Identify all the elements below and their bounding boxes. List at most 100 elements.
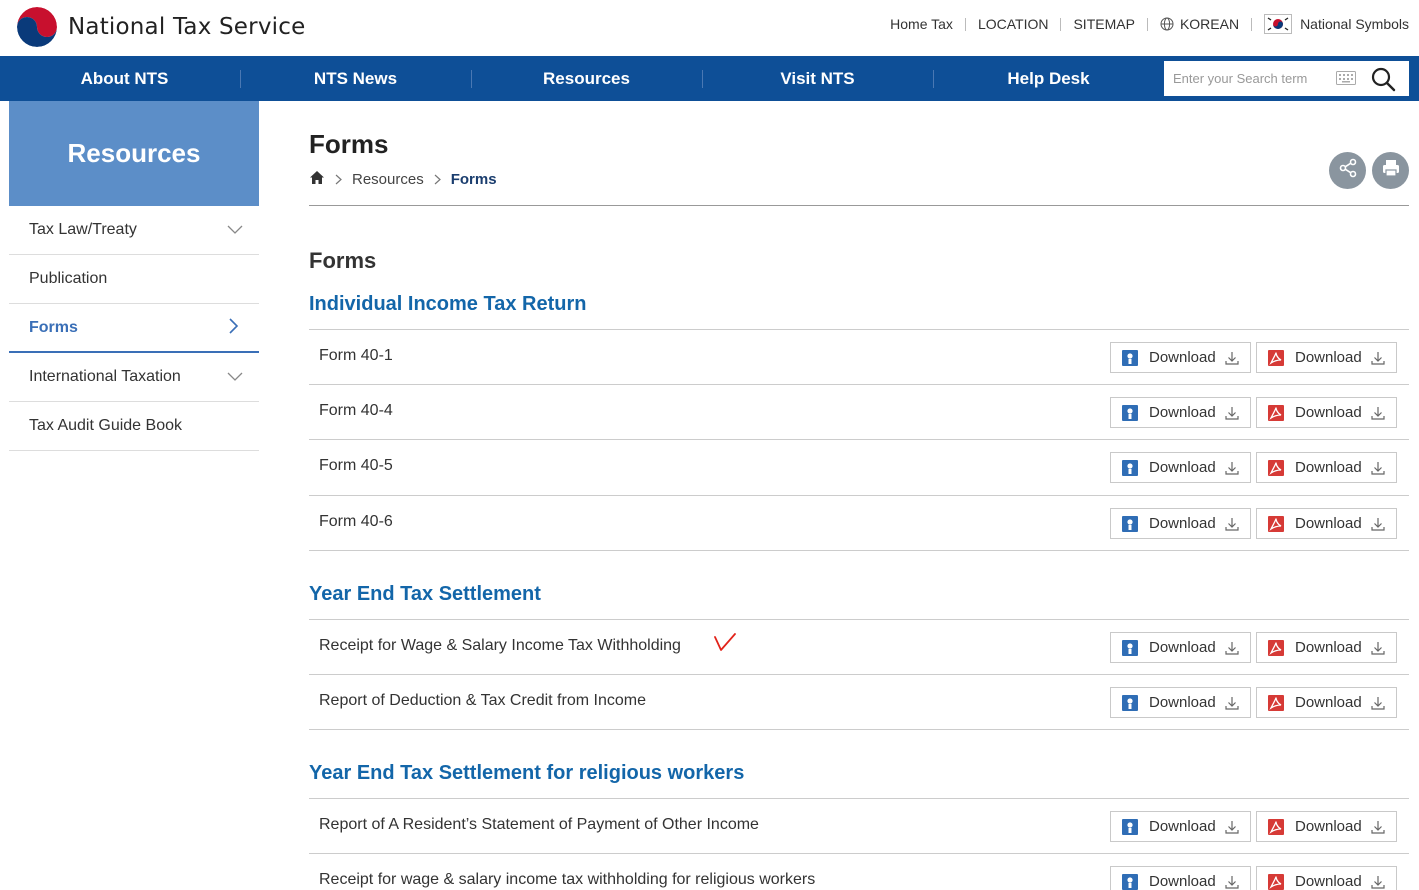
download-icon: [1370, 516, 1386, 532]
download-label: Download: [1295, 818, 1362, 835]
search-icon[interactable]: [1370, 66, 1396, 97]
sidebar-item-label: Tax Law/Treaty: [29, 221, 137, 238]
share-button[interactable]: [1329, 152, 1366, 189]
sidebar-item-label: Publication: [29, 270, 108, 287]
form-name: Form 40-4: [319, 402, 393, 419]
hwp-file-icon: [1121, 639, 1139, 657]
main-nav: About NTS NTS News Resources Visit NTS H…: [0, 56, 1419, 101]
breadcrumb: Resources Forms: [309, 170, 497, 189]
page-title: Forms: [309, 129, 389, 159]
sidebar-item-label: International Taxation: [29, 368, 181, 385]
pdf-file-icon: [1267, 818, 1285, 836]
divider: [1146, 17, 1148, 31]
national-symbols-link[interactable]: National Symbols: [1300, 16, 1409, 32]
site-title: National Tax Service: [68, 14, 306, 40]
download-icon: [1224, 405, 1240, 421]
form-name: Receipt for Wage & Salary Income Tax Wit…: [319, 637, 681, 654]
download-label: Download: [1295, 349, 1362, 366]
search-input[interactable]: [1173, 62, 1333, 95]
section-heading: Forms: [309, 248, 377, 273]
pdf-file-icon: [1267, 639, 1285, 657]
download-pdf-button[interactable]: Download: [1256, 508, 1397, 539]
globe-icon: [1160, 17, 1174, 31]
download-label: Download: [1295, 515, 1362, 532]
download-pdf-button[interactable]: Download: [1256, 397, 1397, 428]
nav-resources[interactable]: Resources: [471, 56, 702, 101]
sidebar-item-forms[interactable]: Forms: [9, 304, 259, 353]
pdf-file-icon: [1267, 694, 1285, 712]
download-label: Download: [1149, 639, 1216, 656]
sidebar-item-publication[interactable]: Publication: [9, 255, 259, 304]
download-icon: [1224, 874, 1240, 890]
korean-flag-icon: [1264, 14, 1293, 34]
download-pdf-button[interactable]: Download: [1256, 632, 1397, 663]
form-name: Report of Deduction & Tax Credit from In…: [319, 692, 646, 709]
download-hwp-button[interactable]: Download: [1110, 866, 1251, 890]
nav-visit-nts[interactable]: Visit NTS: [702, 56, 933, 101]
download-hwp-button[interactable]: Download: [1110, 687, 1251, 718]
download-hwp-button[interactable]: Download: [1110, 811, 1251, 842]
download-pdf-button[interactable]: Download: [1256, 687, 1397, 718]
download-hwp-button[interactable]: Download: [1110, 632, 1251, 663]
hwp-file-icon: [1121, 349, 1139, 367]
download-label: Download: [1149, 515, 1216, 532]
breadcrumb-resources[interactable]: Resources: [352, 171, 424, 188]
download-label: Download: [1295, 404, 1362, 421]
download-pdf-button[interactable]: Download: [1256, 811, 1397, 842]
hwp-file-icon: [1121, 459, 1139, 477]
breadcrumb-forms: Forms: [450, 171, 497, 188]
korean-language-link[interactable]: KOREAN: [1180, 16, 1239, 32]
sidebar-item-international-taxation[interactable]: International Taxation: [9, 353, 259, 402]
nav-nts-news[interactable]: NTS News: [240, 56, 471, 101]
pdf-file-icon: [1267, 459, 1285, 477]
download-label: Download: [1295, 639, 1362, 656]
download-icon: [1370, 695, 1386, 711]
utility-links: Home Tax LOCATION SITEMAP KOREAN Nationa…: [890, 14, 1409, 34]
download-label: Download: [1149, 404, 1216, 421]
download-icon: [1370, 874, 1386, 890]
row-divider: [309, 798, 1409, 799]
home-tax-link[interactable]: Home Tax: [890, 16, 953, 32]
chevron-right-icon: [335, 174, 342, 185]
taeguk-logo-icon: [14, 4, 60, 50]
sitemap-link[interactable]: SITEMAP: [1073, 16, 1134, 32]
download-hwp-button[interactable]: Download: [1110, 452, 1251, 483]
download-pdf-button[interactable]: Download: [1256, 452, 1397, 483]
download-hwp-button[interactable]: Download: [1110, 342, 1251, 373]
download-pdf-button[interactable]: Download: [1256, 866, 1397, 890]
group-title-year-end-tax-settlement: Year End Tax Settlement: [309, 583, 541, 605]
keyboard-icon[interactable]: [1336, 71, 1356, 90]
pdf-file-icon: [1267, 404, 1285, 422]
form-name: Receipt for wage & salary income tax wit…: [319, 871, 816, 888]
row-divider: [309, 619, 1409, 620]
header-divider: [309, 205, 1409, 206]
hwp-file-icon: [1121, 818, 1139, 836]
sidebar-menu: Tax Law/Treaty Publication Forms Interna…: [9, 206, 259, 451]
download-icon: [1370, 460, 1386, 476]
row-divider: [309, 384, 1409, 385]
print-button[interactable]: [1372, 152, 1409, 189]
sidebar-item-tax-audit-guide-book[interactable]: Tax Audit Guide Book: [9, 402, 259, 451]
divider: [1251, 17, 1253, 31]
download-icon: [1224, 819, 1240, 835]
row-divider: [309, 550, 1409, 551]
download-hwp-button[interactable]: Download: [1110, 508, 1251, 539]
sidebar-title: Resources: [9, 101, 259, 206]
nav-help-desk[interactable]: Help Desk: [933, 56, 1164, 101]
download-icon: [1224, 695, 1240, 711]
nav-about-nts[interactable]: About NTS: [9, 56, 240, 101]
share-icon: [1338, 158, 1358, 183]
download-icon: [1370, 405, 1386, 421]
sidebar-item-tax-law-treaty[interactable]: Tax Law/Treaty: [9, 206, 259, 255]
chevron-down-icon: [227, 222, 243, 240]
nts-logo[interactable]: National Tax Service: [14, 4, 305, 50]
download-icon: [1224, 516, 1240, 532]
download-pdf-button[interactable]: Download: [1256, 342, 1397, 373]
sidebar-item-label: Forms: [29, 318, 78, 336]
download-label: Download: [1295, 459, 1362, 476]
top-header: National Tax Service Home Tax LOCATION S…: [0, 0, 1419, 56]
home-icon[interactable]: [309, 170, 325, 189]
search-box: [1164, 61, 1409, 96]
location-link[interactable]: LOCATION: [978, 16, 1049, 32]
download-hwp-button[interactable]: Download: [1110, 397, 1251, 428]
